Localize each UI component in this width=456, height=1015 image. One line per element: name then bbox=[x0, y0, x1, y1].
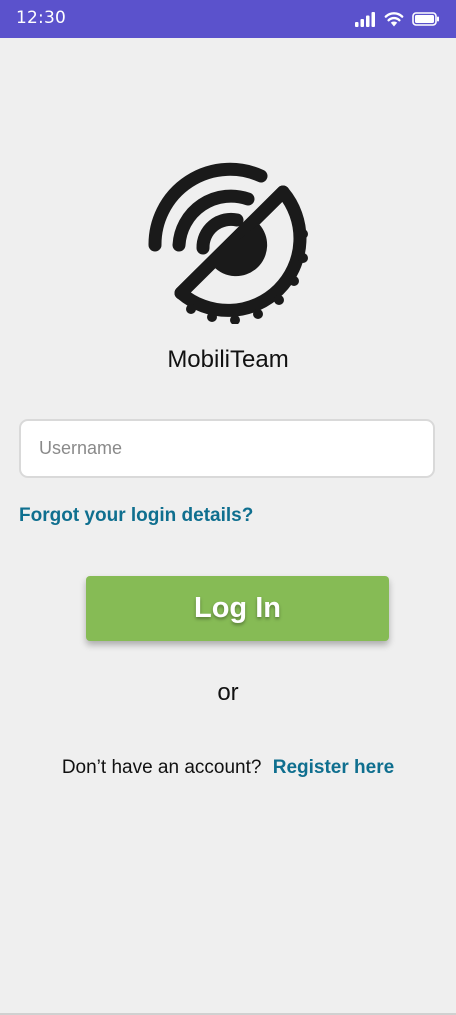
register-row: Don’t have an account? Register here bbox=[0, 757, 456, 779]
status-bar: 12:30 bbox=[0, 0, 456, 38]
signal-icon bbox=[354, 11, 376, 27]
app-name: MobiliTeam bbox=[167, 346, 289, 373]
mobiliteam-logo-icon bbox=[147, 162, 309, 325]
register-link[interactable]: Register here bbox=[273, 757, 394, 778]
status-icons bbox=[354, 11, 440, 27]
status-time: 12:30 bbox=[16, 8, 66, 28]
wifi-icon bbox=[384, 11, 404, 27]
forgot-login-details-link[interactable]: Forgot your login details? bbox=[19, 505, 253, 527]
battery-icon bbox=[412, 12, 440, 26]
or-separator: or bbox=[217, 679, 239, 706]
username-field[interactable] bbox=[19, 419, 435, 478]
login-button[interactable]: Log In bbox=[86, 576, 389, 641]
no-account-text: Don’t have an account? bbox=[61, 757, 262, 778]
